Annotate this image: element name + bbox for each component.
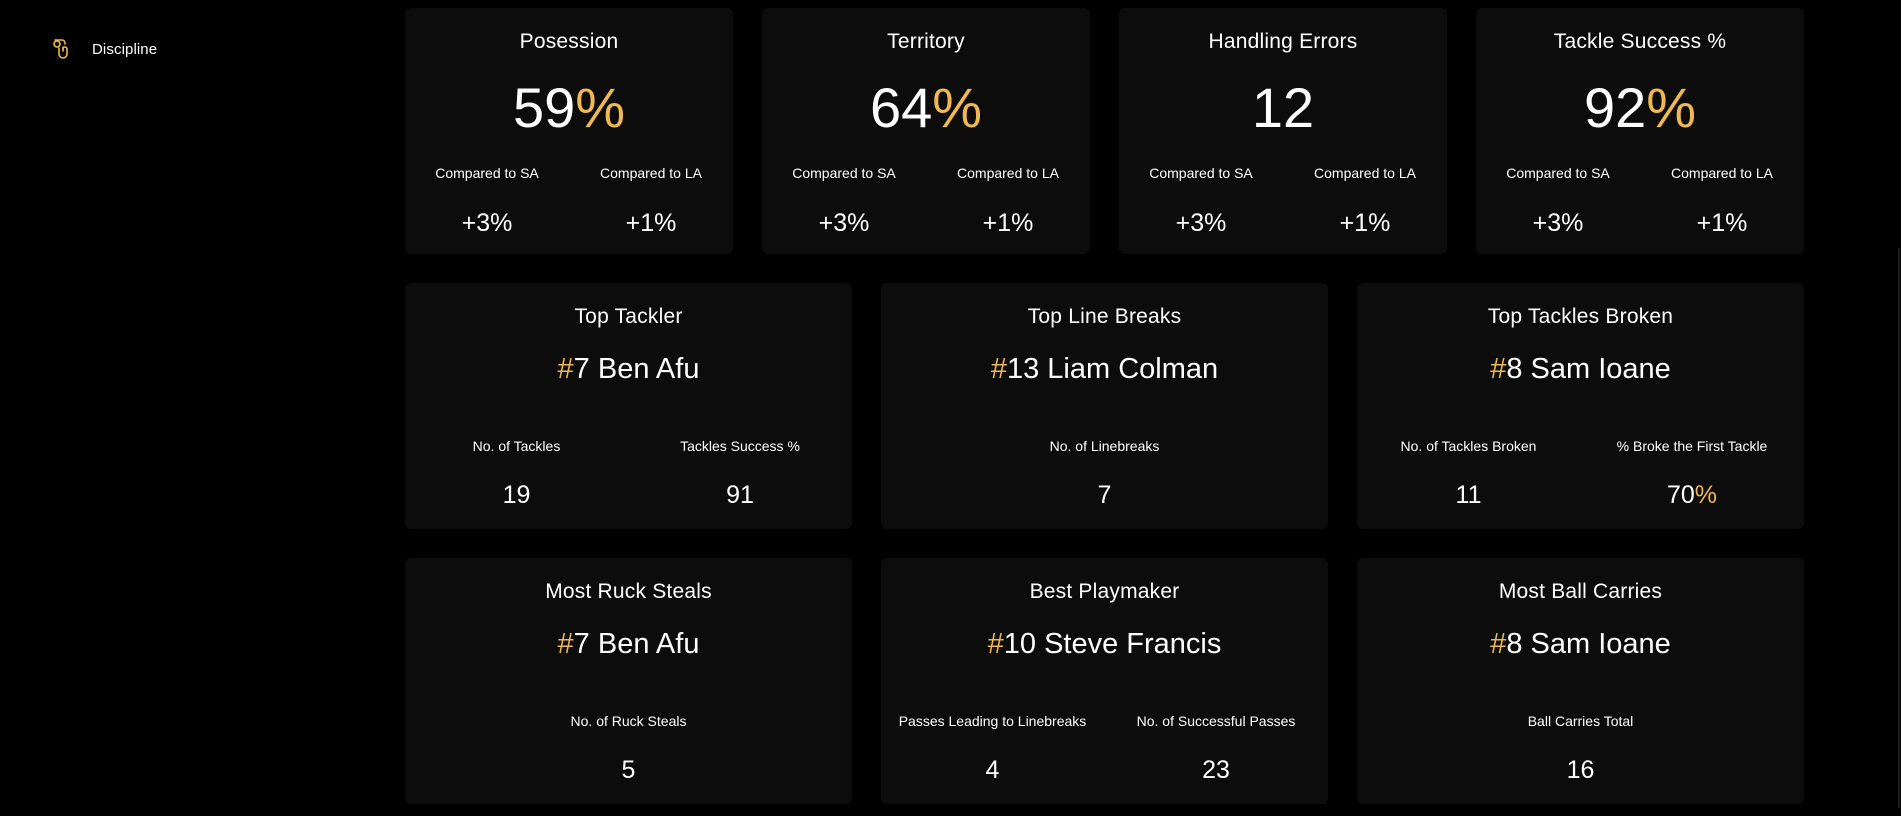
whistle-icon: [48, 36, 74, 62]
player-card-top-tackler: Top Tackler #7 Ben Afu No. of Tackles Ta…: [405, 283, 852, 529]
metric-label: No. of Linebreaks: [1049, 438, 1160, 454]
metric-value: 5: [621, 756, 636, 784]
card-title: Territory: [887, 30, 965, 53]
metric-label: Ball Carries Total: [1527, 713, 1634, 729]
player-name: #7 Ben Afu: [557, 628, 700, 660]
compare-sa-label: Compared to SA: [1506, 165, 1610, 181]
compare-la-label: Compared to LA: [957, 165, 1059, 181]
compare-la-label: Compared to LA: [600, 165, 702, 181]
metric-label: No. of Tackles Broken: [1400, 438, 1537, 454]
metric-label: Passes Leading to Linebreaks: [898, 713, 1087, 729]
stat-card-territory: Territory 64% Compared to SA Compared to…: [762, 8, 1090, 254]
metric-value: 19: [502, 481, 531, 509]
metric-value: 70%: [1666, 481, 1718, 509]
percent-sign: %: [575, 76, 626, 139]
compare-sa-label: Compared to SA: [435, 165, 539, 181]
metric-value: 7: [1097, 481, 1112, 509]
stat-value: 92%: [1583, 76, 1697, 139]
card-title: Handling Errors: [1208, 30, 1358, 53]
stat-value: 59%: [512, 76, 626, 139]
compare-la-label: Compared to LA: [1314, 165, 1416, 181]
player-name: #7 Ben Afu: [557, 353, 700, 385]
player-name: #8 Sam Ioane: [1490, 628, 1671, 660]
stat-value: 12: [1251, 76, 1315, 139]
compare-la-value: +1%: [1339, 209, 1391, 237]
player-name: #10 Steve Francis: [987, 628, 1222, 660]
player-card-most-ruck-steals: Most Ruck Steals #7 Ben Afu No. of Ruck …: [405, 558, 852, 804]
metric-label: No. of Tackles: [472, 438, 561, 454]
compare-la-value: +1%: [1696, 209, 1748, 237]
stat-card-posession: Posession 59% Compared to SA Compared to…: [405, 8, 733, 254]
percent-sign: %: [932, 76, 983, 139]
metric-value: 23: [1202, 756, 1230, 784]
metric-value: 16: [1566, 756, 1595, 784]
card-title: Top Tackles Broken: [1487, 305, 1674, 328]
stat-card-handling-errors: Handling Errors 12 Compared to SA Compar…: [1119, 8, 1447, 254]
compare-sa-label: Compared to SA: [792, 165, 896, 181]
player-card-best-playmaker: Best Playmaker #10 Steve Francis Passes …: [881, 558, 1328, 804]
card-title: Most Ruck Steals: [545, 580, 712, 603]
dashboard: Discipline Posession 59% Compared to SA …: [0, 0, 1901, 816]
metric-label: % Broke the First Tackle: [1616, 438, 1768, 454]
compare-la-value: +1%: [982, 209, 1034, 237]
compare-sa-value: +3%: [818, 209, 870, 237]
card-title: Most Ball Carries: [1498, 580, 1663, 603]
card-title: Top Line Breaks: [1027, 305, 1182, 328]
stat-card-tackle-success: Tackle Success % 92% Compared to SA Comp…: [1476, 8, 1804, 254]
player-name: #8 Sam Ioane: [1490, 353, 1671, 385]
metric-value: 4: [985, 756, 1000, 784]
compare-la-label: Compared to LA: [1671, 165, 1773, 181]
sidebar-item-label: Discipline: [92, 40, 158, 58]
card-title: Best Playmaker: [1029, 580, 1180, 603]
compare-la-value: +1%: [625, 209, 677, 237]
player-card-most-ball-carries: Most Ball Carries #8 Sam Ioane Ball Carr…: [1357, 558, 1804, 804]
scrollbar-thumb[interactable]: [1898, 248, 1900, 808]
metric-label: No. of Ruck Steals: [570, 713, 687, 729]
compare-sa-label: Compared to SA: [1149, 165, 1253, 181]
sidebar: Discipline: [0, 0, 390, 816]
player-card-top-tackles-broken: Top Tackles Broken #8 Sam Ioane No. of T…: [1357, 283, 1804, 529]
scrollbar[interactable]: [1897, 0, 1901, 816]
card-title: Top Tackler: [574, 305, 683, 328]
metric-label: Tackles Success %: [680, 438, 800, 454]
compare-sa-value: +3%: [461, 209, 513, 237]
card-title: Posession: [519, 30, 619, 53]
metric-value: 11: [1455, 481, 1482, 509]
card-title: Tackle Success %: [1553, 30, 1727, 53]
metric-value: 91: [726, 481, 754, 509]
percent-sign: %: [1646, 76, 1697, 139]
metric-label: No. of Successful Passes: [1136, 713, 1296, 729]
player-card-top-line-breaks: Top Line Breaks #13 Liam Colman No. of L…: [881, 283, 1328, 529]
stat-value: 64%: [869, 76, 983, 139]
sidebar-item-discipline[interactable]: Discipline: [48, 36, 157, 62]
player-name: #13 Liam Colman: [990, 353, 1219, 385]
compare-sa-value: +3%: [1175, 209, 1227, 237]
compare-sa-value: +3%: [1532, 209, 1584, 237]
